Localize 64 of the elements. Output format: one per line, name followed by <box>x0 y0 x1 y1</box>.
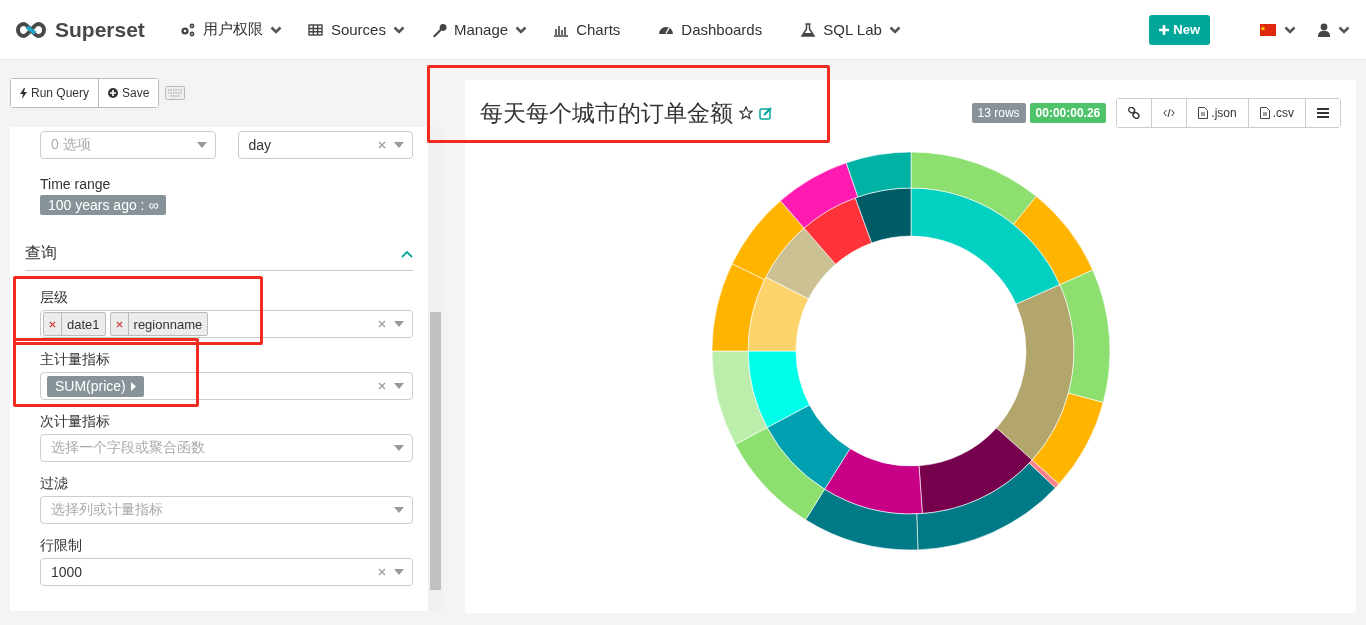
file-code-icon <box>1198 107 1209 119</box>
plus-icon <box>1159 24 1170 35</box>
plus-circle-icon <box>108 88 119 98</box>
sunburst-segment[interactable] <box>734 427 825 521</box>
brand-name[interactable]: Superset <box>55 17 145 42</box>
sunburst-segment[interactable] <box>854 187 911 244</box>
select-field[interactable]: day <box>237 131 413 159</box>
row-count-badge: 13 rows <box>971 103 1026 123</box>
nav-menu-item[interactable]: 用户权限 <box>166 9 295 50</box>
caret-down-icon <box>394 507 404 513</box>
value-tag[interactable]: regionname <box>109 312 209 336</box>
save-button[interactable]: Save <box>98 79 159 107</box>
star-icon[interactable] <box>739 106 753 120</box>
section-title: 查询 <box>25 243 57 263</box>
flask-icon <box>800 21 817 38</box>
sunburst-segment[interactable] <box>803 197 872 265</box>
logo-icon <box>15 20 47 39</box>
nav-menu-item[interactable]: Manage <box>417 9 541 50</box>
chart-title: 每天每个城市的订单金额 <box>480 98 733 128</box>
gears-icon <box>179 21 196 38</box>
sunburst-segment[interactable] <box>845 151 911 198</box>
edit-icon[interactable] <box>759 106 773 120</box>
table-icon <box>307 21 324 38</box>
caret-down-icon <box>394 383 404 389</box>
sunburst-segment[interactable] <box>1031 392 1103 485</box>
remove-icon[interactable] <box>115 320 123 328</box>
caret-down-icon <box>394 445 404 451</box>
caret-down-icon <box>394 321 404 327</box>
field-label: 主计量指标 <box>40 351 111 369</box>
select-field[interactable]: 1000 <box>40 558 413 586</box>
field-label: Time range <box>40 176 112 192</box>
remove-icon[interactable] <box>49 320 56 328</box>
field-label: 行限制 <box>40 537 83 555</box>
sunburst-segment[interactable] <box>823 448 923 515</box>
caret-down-icon <box>394 569 404 575</box>
chevron-down-icon <box>1284 24 1296 35</box>
nav-menu-item[interactable]: SQL Lab <box>787 9 914 50</box>
field-label: 层级 <box>40 289 69 307</box>
file-icon <box>1259 107 1270 119</box>
sunburst-segment[interactable] <box>766 404 850 490</box>
user-icon <box>1318 22 1330 37</box>
link-icon <box>1128 107 1141 119</box>
field-label: 过滤 <box>40 475 69 493</box>
menu-button[interactable] <box>1305 99 1340 127</box>
sunburst-segment[interactable] <box>995 284 1074 461</box>
chevron-up-icon[interactable] <box>401 249 413 258</box>
query-time-badge: 00:00:00.26 <box>1029 103 1107 123</box>
sunburst-segment[interactable] <box>918 427 1032 514</box>
bolt-icon <box>20 87 27 99</box>
flag-icon <box>1260 23 1276 36</box>
sunburst-segment[interactable] <box>915 462 1056 551</box>
sunburst-segment[interactable] <box>804 488 918 551</box>
value-tag[interactable]: date1 <box>43 312 106 336</box>
field-label: 次计量指标 <box>40 413 111 431</box>
caret-down-icon <box>196 142 207 148</box>
code-icon <box>1163 108 1176 118</box>
caret-down-icon <box>394 142 404 148</box>
select-field[interactable]: date1 regionname <box>40 310 413 338</box>
nav-menu-item[interactable]: Sources <box>294 9 418 50</box>
menu-icon <box>1317 108 1329 118</box>
caret-right-icon <box>130 381 136 391</box>
chevron-down-icon <box>1338 24 1350 35</box>
nav-menu-item[interactable]: Charts <box>540 9 646 50</box>
nav-menu-item[interactable]: Dashboards <box>645 9 788 50</box>
